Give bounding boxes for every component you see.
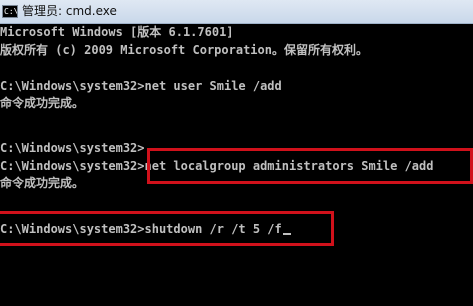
console-prompt-line: C:\Windows\system32>shutdown /r /t 5 /f: [0, 221, 291, 237]
console-line: 命令成功完成。: [0, 96, 85, 110]
cmd-icon-glyph: C:\: [4, 7, 18, 16]
console-line: Microsoft Windows [版本 6.1.7601]: [0, 25, 234, 39]
window-title: 管理员: cmd.exe: [22, 4, 117, 18]
current-command: C:\Windows\system32>shutdown /r /t 5 /f: [0, 222, 282, 236]
cmd-icon: C:\: [2, 5, 18, 18]
console-line: C:\Windows\system32>net user Smile /add: [0, 79, 282, 93]
cmd-window: C:\ 管理员: cmd.exe Microsoft Windows [版本 6…: [0, 0, 473, 306]
text-cursor: [282, 233, 291, 235]
title-bar[interactable]: C:\ 管理员: cmd.exe: [0, 0, 473, 24]
console-line: 版权所有 (c) 2009 Microsoft Corporation。保留所有…: [0, 43, 368, 57]
console-line: C:\Windows\system32>: [0, 141, 145, 155]
console-line: C:\Windows\system32>net localgroup admin…: [0, 159, 434, 173]
console-line: 命令成功完成。: [0, 176, 85, 190]
console-output[interactable]: Microsoft Windows [版本 6.1.7601] 版权所有 (c)…: [0, 24, 473, 306]
